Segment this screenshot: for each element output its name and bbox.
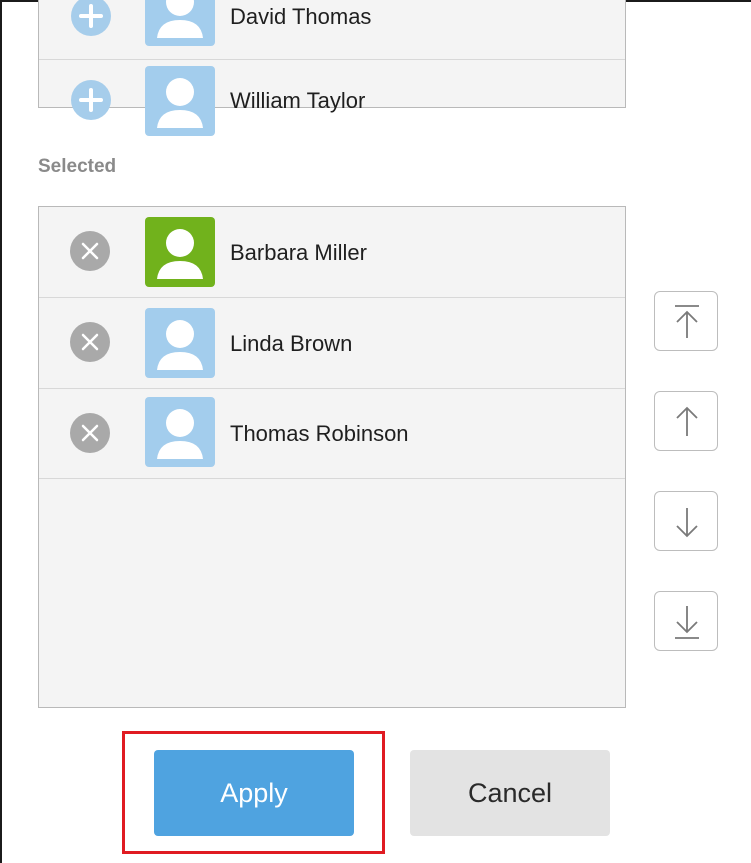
plus-icon <box>79 88 103 112</box>
available-users-list[interactable]: David Thomas William Taylor <box>38 0 626 136</box>
user-silhouette-icon <box>157 320 203 370</box>
remove-user-button[interactable] <box>70 231 110 271</box>
move-up-icon <box>676 406 698 436</box>
avatar <box>145 397 215 467</box>
user-silhouette-icon <box>157 229 203 279</box>
section-label-selected: Selected <box>38 156 117 177</box>
member-name: Linda Brown <box>230 331 353 356</box>
list-item: Barbara Miller <box>39 207 625 298</box>
member-name: Barbara Miller <box>230 240 367 265</box>
avatar <box>145 66 215 136</box>
user-silhouette-icon <box>157 409 203 459</box>
member-name: William Taylor <box>230 88 366 113</box>
move-to-top-button[interactable] <box>654 291 718 351</box>
move-to-top-icon <box>675 305 699 338</box>
move-down-icon <box>676 508 698 538</box>
close-icon <box>81 242 99 260</box>
user-silhouette-icon <box>157 78 203 128</box>
close-icon <box>81 424 99 442</box>
user-silhouette-icon <box>157 0 203 38</box>
list-item: Thomas Robinson <box>39 389 625 479</box>
add-user-button[interactable] <box>71 80 111 120</box>
move-to-bottom-button[interactable] <box>654 591 718 651</box>
frame-left-border <box>0 0 2 863</box>
avatar <box>145 308 215 378</box>
cancel-button[interactable]: Cancel <box>410 750 610 836</box>
list-item: Linda Brown <box>39 298 625 389</box>
remove-user-button[interactable] <box>70 322 110 362</box>
selected-users-list[interactable]: Barbara Miller Linda Brown Thomas Robins… <box>38 206 626 708</box>
close-icon <box>81 333 99 351</box>
member-name: David Thomas <box>230 4 372 29</box>
list-item: William Taylor <box>39 60 625 136</box>
remove-user-button[interactable] <box>70 413 110 453</box>
member-name: Thomas Robinson <box>230 421 409 446</box>
move-to-bottom-icon <box>675 606 699 639</box>
move-down-button[interactable] <box>654 491 718 551</box>
list-item: David Thomas <box>39 0 625 60</box>
avatar <box>145 0 215 46</box>
apply-button[interactable]: Apply <box>154 750 354 836</box>
move-up-button[interactable] <box>654 391 718 451</box>
plus-icon <box>79 4 103 28</box>
add-user-button[interactable] <box>71 0 111 36</box>
avatar <box>145 217 215 287</box>
